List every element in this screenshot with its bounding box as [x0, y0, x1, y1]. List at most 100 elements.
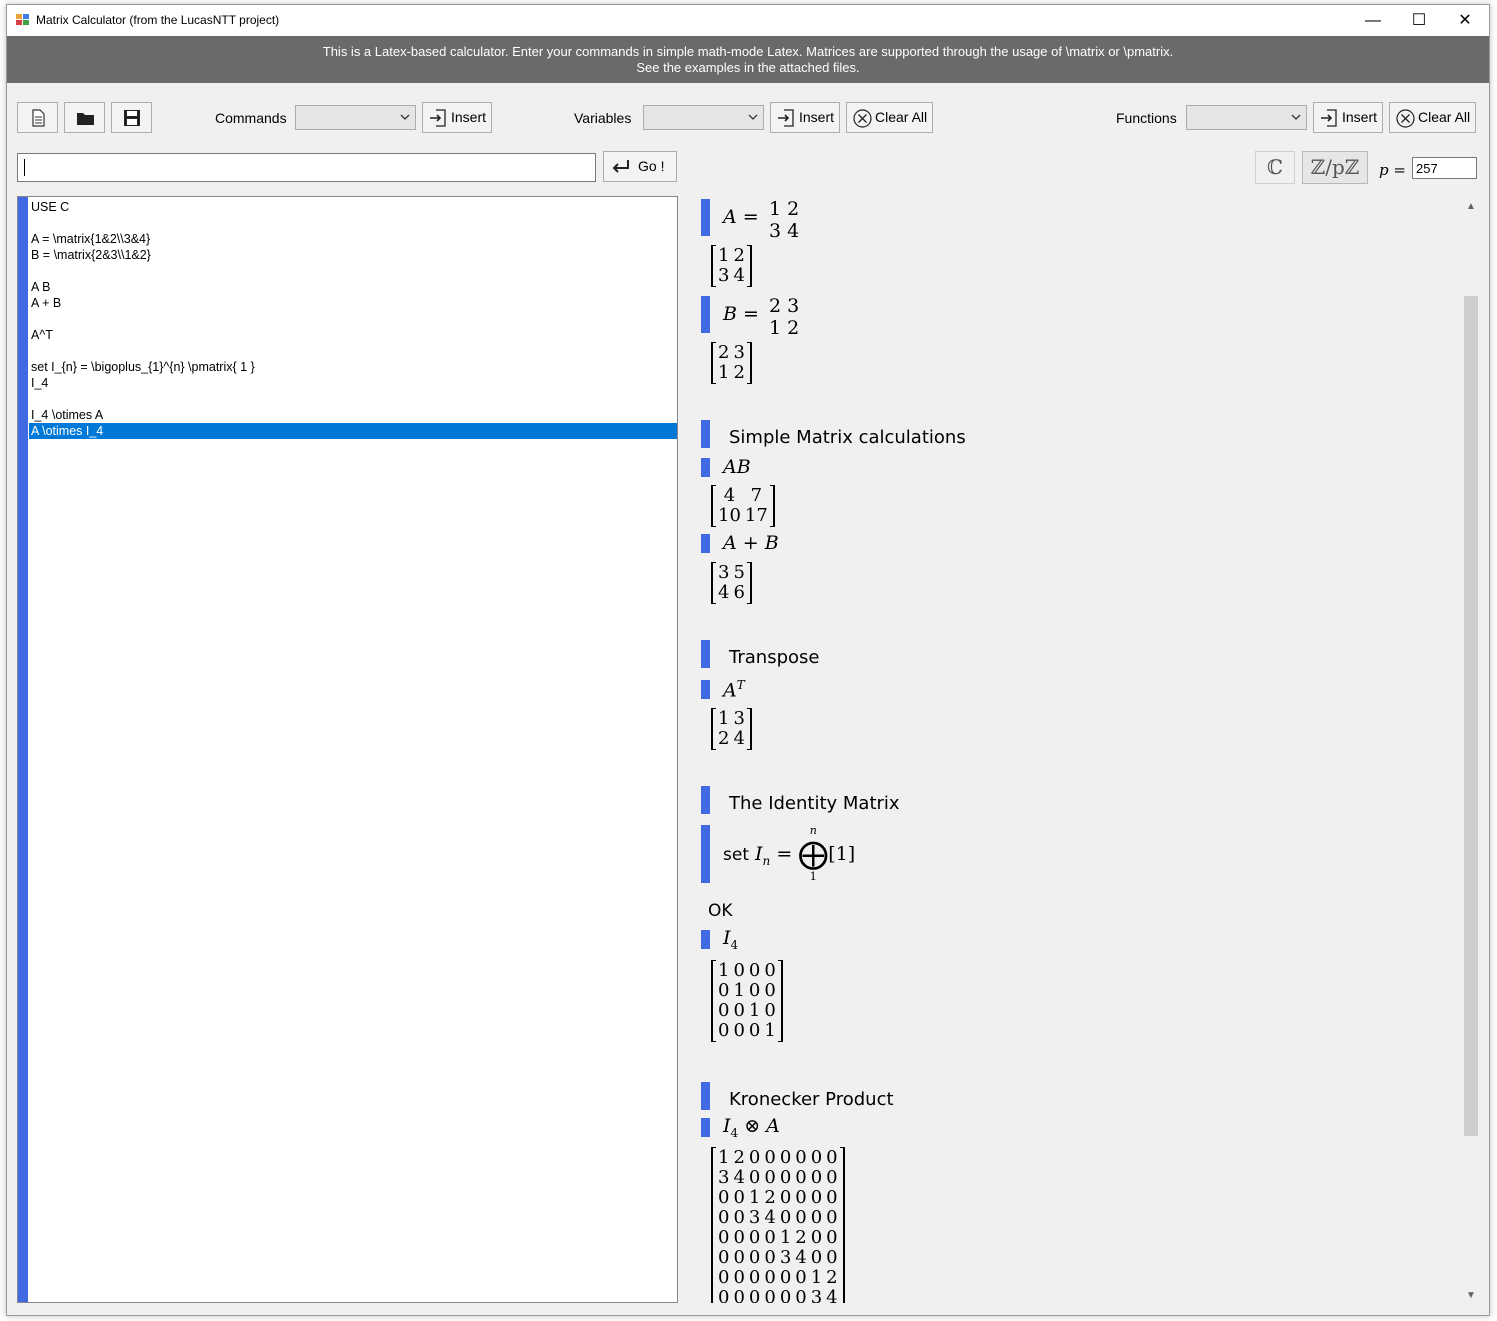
matrix-cell: 0 [795, 1147, 807, 1168]
app-window: Matrix Calculator (from the LucasNTT pro… [6, 4, 1490, 1316]
matrix-cell: 0 [733, 1000, 745, 1021]
matrix-grid: 1200000034000000001200000034000000001200… [716, 1147, 840, 1304]
matrix-grid: 2312 [765, 294, 803, 340]
go-button[interactable]: Go ! [603, 151, 677, 182]
list-item[interactable] [29, 311, 677, 327]
matrix-cell: 2 [826, 1267, 838, 1288]
matrix-cell: 0 [718, 980, 730, 1001]
matrix-row: 47 [716, 486, 770, 506]
matrix-row: 00120000 [716, 1188, 840, 1208]
list-item[interactable]: A B [29, 279, 677, 295]
list-item[interactable]: A + B [29, 295, 677, 311]
new-file-button[interactable] [17, 102, 58, 133]
matrix-cell: 0 [795, 1167, 807, 1188]
complex-mode-button[interactable]: ℂ [1255, 151, 1295, 184]
list-item[interactable]: B = \matrix{2&3\\1&2} [29, 247, 677, 263]
expr-eq: = [742, 206, 759, 228]
list-item[interactable]: A = \matrix{1&2\\3&4} [29, 231, 677, 247]
list-item[interactable]: A^T [29, 327, 677, 343]
functions-insert-button[interactable]: Insert [1313, 102, 1383, 133]
scroll-down-icon[interactable]: ▼ [1466, 1290, 1476, 1301]
matrix-row: 00340000 [716, 1208, 840, 1228]
matrix-cell: 0 [748, 1247, 761, 1268]
matrix-cell: 0 [764, 1287, 776, 1304]
command-list[interactable]: USE C A = \matrix{1&2\\3&4} B = \matrix{2&… [29, 199, 677, 439]
matrix-grid: 1000010000100001 [716, 961, 778, 1041]
info-banner: This is a Latex-based calculator. Enter … [7, 36, 1489, 83]
matrix-cell: 0 [748, 1147, 761, 1168]
variables-dropdown[interactable] [643, 105, 764, 130]
expr-set-keyword: set [723, 845, 749, 865]
text-caret [24, 159, 25, 176]
variables-clear-all-button[interactable]: Clear All [846, 102, 933, 133]
matrix-row: 46 [716, 583, 747, 603]
matrix-cell: 0 [764, 1247, 776, 1268]
matrix-grid: 4 7 10 17 [716, 486, 770, 526]
output-scrollbar[interactable]: ▲ ▼ [1463, 193, 1480, 1303]
matrix-cell: 0 [733, 1187, 745, 1208]
save-file-button[interactable] [111, 102, 152, 133]
maximize-button[interactable]: ☐ [1396, 5, 1442, 36]
expr-lhs: A [723, 206, 737, 228]
matrix-row: 13 [716, 709, 747, 729]
functions-clear-all-label: Clear All [1418, 109, 1471, 125]
matrix-cell: 4 [764, 1207, 776, 1228]
functions-dropdown[interactable] [1186, 105, 1307, 130]
matrix-cell: 2 [718, 342, 730, 363]
matrix-row: 10 17 [716, 506, 770, 526]
matrix-cell: 0 [826, 1187, 838, 1208]
window-title: Matrix Calculator (from the LucasNTT pro… [36, 13, 280, 27]
matrix-cell: 0 [748, 1287, 761, 1304]
matrix-cell: 1 [769, 198, 782, 220]
modular-mode-button[interactable]: ℤ/pℤ [1302, 151, 1368, 184]
modulus-input[interactable] [1412, 157, 1477, 179]
expr-base: I [723, 1115, 731, 1137]
output-accent-bar [701, 458, 710, 477]
variables-insert-button[interactable]: Insert [770, 102, 840, 133]
matrix-cell: 3 [733, 708, 745, 729]
matrix-cell: 1 [769, 317, 782, 339]
matrix-cell: 0 [718, 1207, 730, 1228]
output-accent-bar [701, 199, 710, 236]
commands-label: Commands [215, 110, 287, 126]
scroll-up-icon[interactable]: ▲ [1466, 201, 1476, 212]
list-item[interactable]: A \otimes I_4 [29, 423, 677, 439]
list-item[interactable] [29, 391, 677, 407]
matrix-cell: 4 [826, 1287, 838, 1304]
command-input[interactable] [17, 153, 596, 182]
commands-insert-button[interactable]: Insert [422, 102, 492, 133]
list-item[interactable] [29, 263, 677, 279]
matrix-cell: 3 [810, 1287, 823, 1304]
expr-sup: T [736, 678, 745, 692]
expr-i4: I4 [723, 927, 738, 952]
list-item[interactable]: I_4 [29, 375, 677, 391]
matrix-cell: 0 [779, 1167, 792, 1188]
matrix-row: 34 [716, 266, 747, 286]
list-item[interactable] [29, 343, 677, 359]
scrollbar-thumb[interactable] [1464, 296, 1478, 1136]
functions-clear-all-button[interactable]: Clear All [1389, 102, 1476, 133]
enter-icon [612, 160, 629, 173]
list-item[interactable]: set I_{n} = \bigoplus_{1}^{n} \pmatrix{ … [29, 359, 677, 375]
expr-text: A + B [723, 532, 779, 554]
list-item[interactable] [29, 215, 677, 231]
save-icon [124, 110, 140, 126]
banner-line-1: This is a Latex-based calculator. Enter … [322, 44, 1174, 59]
matrix-cell: 3 [718, 562, 730, 583]
commands-insert-label: Insert [451, 109, 487, 125]
expr-base: I [723, 927, 731, 949]
minimize-button[interactable]: — [1350, 5, 1396, 36]
matrix-cell: 0 [733, 1227, 745, 1248]
matrix-cell: 0 [764, 980, 776, 1001]
output-accent-bar [701, 534, 710, 553]
matrix-cell: 0 [795, 1187, 807, 1208]
matrix-row: 00000012 [716, 1268, 840, 1288]
chevron-down-icon [748, 114, 758, 120]
open-file-button[interactable] [64, 102, 105, 133]
list-item[interactable]: USE C [29, 199, 677, 215]
commands-dropdown[interactable] [295, 105, 416, 130]
functions-insert-label: Insert [1342, 109, 1378, 125]
close-button[interactable]: ✕ [1442, 5, 1488, 36]
matrix-cell: 0 [779, 1147, 792, 1168]
list-item[interactable]: I_4 \otimes A [29, 407, 677, 423]
